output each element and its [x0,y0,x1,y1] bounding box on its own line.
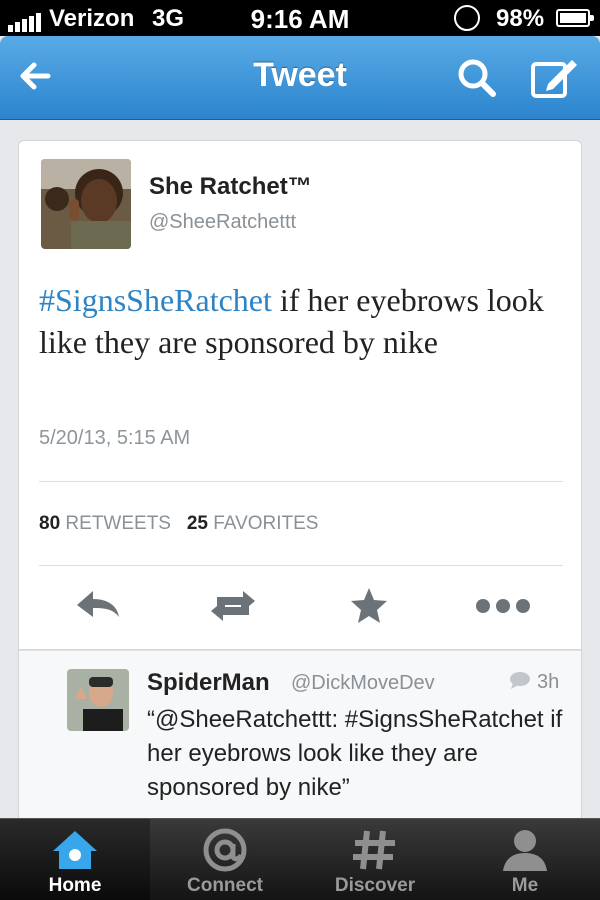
hashtag-link[interactable]: #SignsSheRatchet [39,282,272,318]
tab-me-label: Me [511,875,539,896]
star-icon[interactable] [347,581,391,631]
tweet-detail-card: She Ratchet™ @SheeRatchettt #SignsSheRat… [18,140,582,650]
author-avatar[interactable] [41,159,131,249]
page-title: Tweet [253,56,347,94]
battery-icon [556,9,594,27]
search-icon[interactable] [455,56,499,100]
hash-icon [353,830,395,870]
tab-discover-label: Discover [334,875,416,896]
retweet-icon[interactable] [203,581,263,631]
home-icon [53,831,97,869]
retweets-label: RETWEETS [65,513,171,534]
divider [39,565,563,566]
reply-avatar[interactable] [67,669,129,731]
tweet-timestamp: 5/20/13, 5:15 AM [39,427,191,449]
favorites-label: FAVORITES [213,513,319,534]
battery-percent: 98% [496,5,545,32]
retweets-stat[interactable]: 80 RETWEETS [39,513,171,534]
rotation-lock-icon [454,5,480,31]
author-handle[interactable]: @SheeRatchettt [149,211,296,234]
reply-list: SpiderMan @DickMoveDev 3h “@SheeRatchett… [18,650,582,820]
reply-text[interactable]: “@SheeRatchettt: #SignsSheRatchet if her… [147,703,567,805]
tab-me[interactable]: Me [450,819,600,900]
status-bar: Verizon 3G 9:16 AM 98% [0,0,600,36]
tab-home[interactable]: Home [0,819,150,900]
reply-author-handle[interactable]: @DickMoveDev [291,672,435,695]
favorites-count: 25 [186,513,208,534]
compose-icon[interactable] [528,54,580,102]
reply-icon[interactable] [73,581,123,631]
tweet-actions [19,581,583,631]
tab-home-label: Home [48,875,102,896]
author-name[interactable]: She Ratchet™ [149,173,312,201]
speech-bubble-icon [510,672,530,689]
reply-author-name[interactable]: SpiderMan [147,669,270,697]
tweet-text: #SignsSheRatchet if her eyebrows look li… [39,279,569,363]
person-icon [503,830,547,871]
reply-timestamp: 3h [537,671,560,693]
tweet-stats: 80 RETWEETS 25 FAVORITES [39,513,318,535]
tab-connect[interactable]: Connect [150,819,300,900]
tab-bar: Home Connect Discover Me [0,818,600,900]
retweets-count: 80 [39,513,61,534]
at-icon [203,828,247,872]
tab-connect-label: Connect [187,875,263,896]
more-icon[interactable] [473,581,533,631]
favorites-stat[interactable]: 25 FAVORITES [187,513,319,534]
divider [39,481,563,482]
nav-bar: Tweet [0,36,600,120]
tab-discover[interactable]: Discover [300,819,450,900]
